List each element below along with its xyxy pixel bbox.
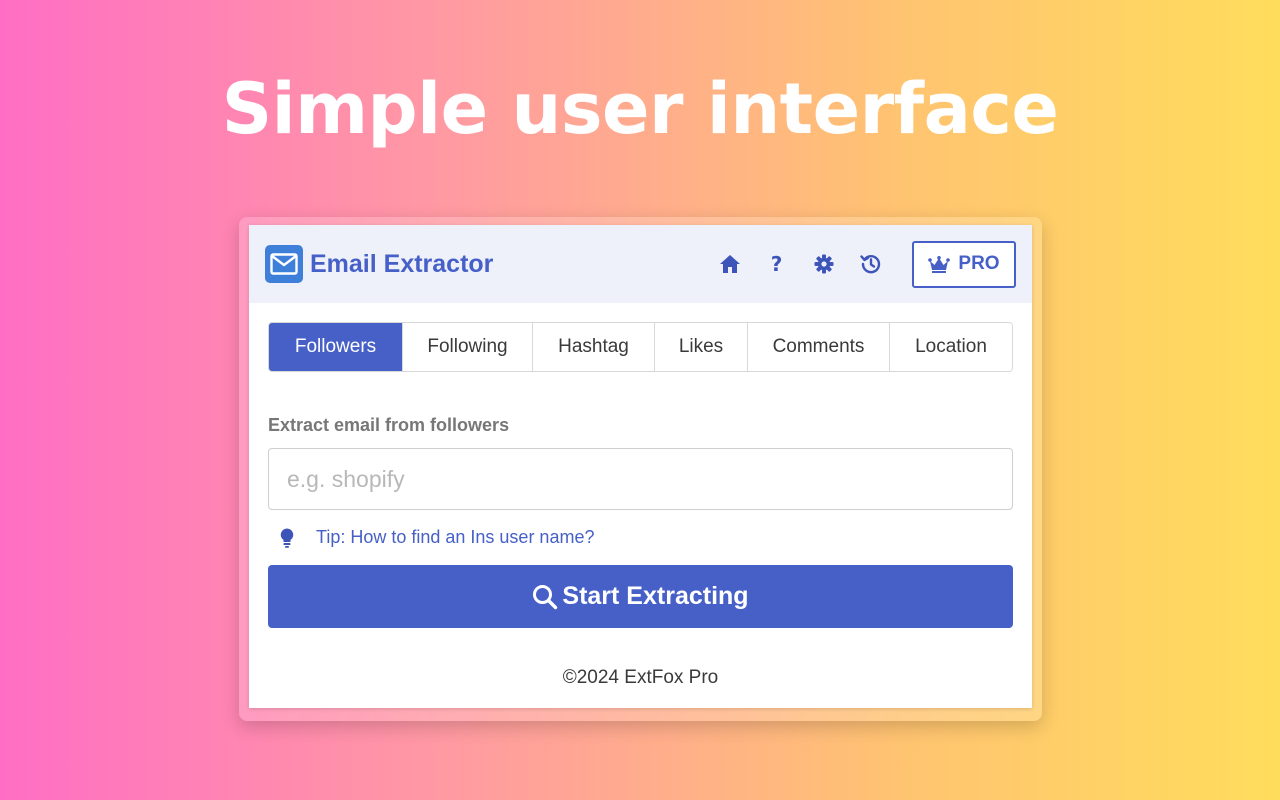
username-input[interactable] — [268, 448, 1013, 510]
history-icon[interactable] — [847, 245, 894, 283]
header-nav: ? PRO — [706, 240, 1016, 288]
start-button-label: Start Extracting — [562, 582, 749, 610]
gear-icon[interactable] — [800, 245, 847, 283]
header: Email Extractor ? PRO — [249, 225, 1032, 303]
tab-followers[interactable]: Followers — [269, 323, 402, 371]
tip-row: Tip: How to find an Ins user name? — [277, 527, 1032, 548]
tip-link[interactable]: Tip: How to find an Ins user name? — [316, 527, 594, 548]
tab-hashtag[interactable]: Hashtag — [532, 323, 654, 371]
lightbulb-icon — [277, 528, 297, 548]
help-icon[interactable]: ? — [753, 245, 800, 283]
tab-comments[interactable]: Comments — [747, 323, 889, 371]
footer-copyright: ©2024 ExtFox Pro — [562, 667, 719, 688]
tab-location[interactable]: Location — [889, 323, 1012, 371]
logo: Email Extractor — [265, 245, 493, 283]
crown-icon — [928, 255, 951, 273]
tab-likes[interactable]: Likes — [654, 323, 747, 371]
tab-following[interactable]: Following — [402, 323, 532, 371]
home-icon[interactable] — [706, 245, 753, 283]
field-label: Extract email from followers — [268, 415, 510, 435]
start-extracting-button[interactable]: Start Extracting — [268, 565, 1013, 628]
app-title: Email Extractor — [310, 249, 494, 278]
envelope-icon — [265, 245, 303, 283]
extension-popup: Email Extractor ? PRO Followers Followin… — [249, 225, 1032, 708]
tab-bar: Followers Following Hashtag Likes Commen… — [268, 322, 1013, 372]
pro-label: PRO — [958, 253, 1000, 274]
search-icon — [533, 584, 558, 609]
pro-button[interactable]: PRO — [912, 240, 1016, 288]
headline: Simple user interface — [221, 68, 1059, 150]
